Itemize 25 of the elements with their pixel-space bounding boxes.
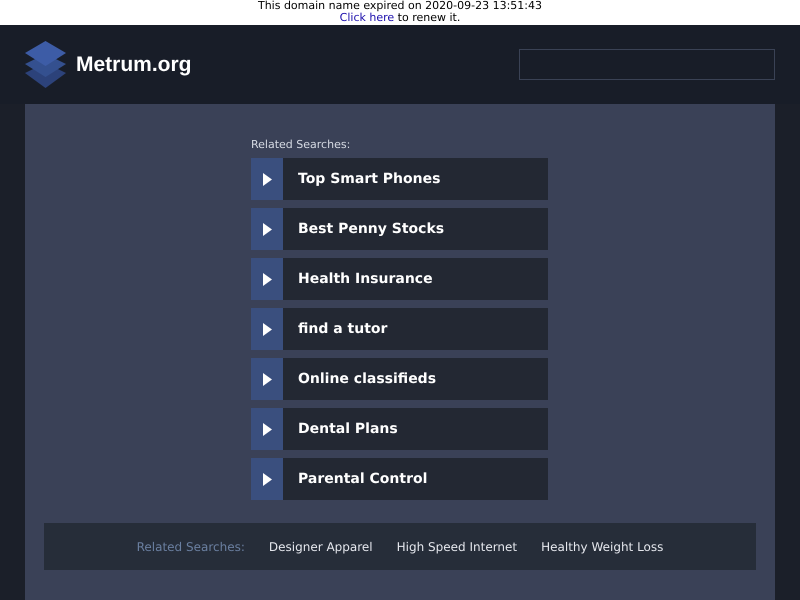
renew-link[interactable]: Click here [340,11,394,24]
play-arrow-icon [262,472,272,486]
search-link[interactable]: find a tutor [251,308,548,350]
play-arrow-icon [262,322,272,336]
play-arrow-icon [262,422,272,436]
related-searches-heading: Related Searches: [251,138,350,151]
search-link[interactable]: Top Smart Phones [251,158,548,200]
footer-link[interactable]: High Speed Internet [396,540,518,554]
play-arrow-icon [262,372,272,386]
search-link[interactable]: Best Penny Stocks [251,208,548,250]
search-link[interactable]: Parental Control [251,458,548,500]
stacked-layers-icon [25,40,66,88]
play-arrow-icon [262,222,272,236]
search-link[interactable]: Online classifieds [251,358,548,400]
site-name: Metrum.org [76,52,192,76]
search-link[interactable]: Health Insurance [251,258,548,300]
search-link[interactable]: Dental Plans [251,408,548,450]
footer-link[interactable]: Healthy Weight Loss [541,540,664,554]
play-arrow-icon [262,172,272,186]
expiry-notice: This domain name expired on 2020-09-23 13:51:43 [258,0,542,12]
search-field[interactable] [519,49,775,80]
footer-link[interactable]: Designer Apparel [268,540,373,554]
renew-text: to renew it. [398,11,460,24]
play-arrow-icon [262,272,272,286]
footer-heading: Related Searches: [136,540,245,554]
